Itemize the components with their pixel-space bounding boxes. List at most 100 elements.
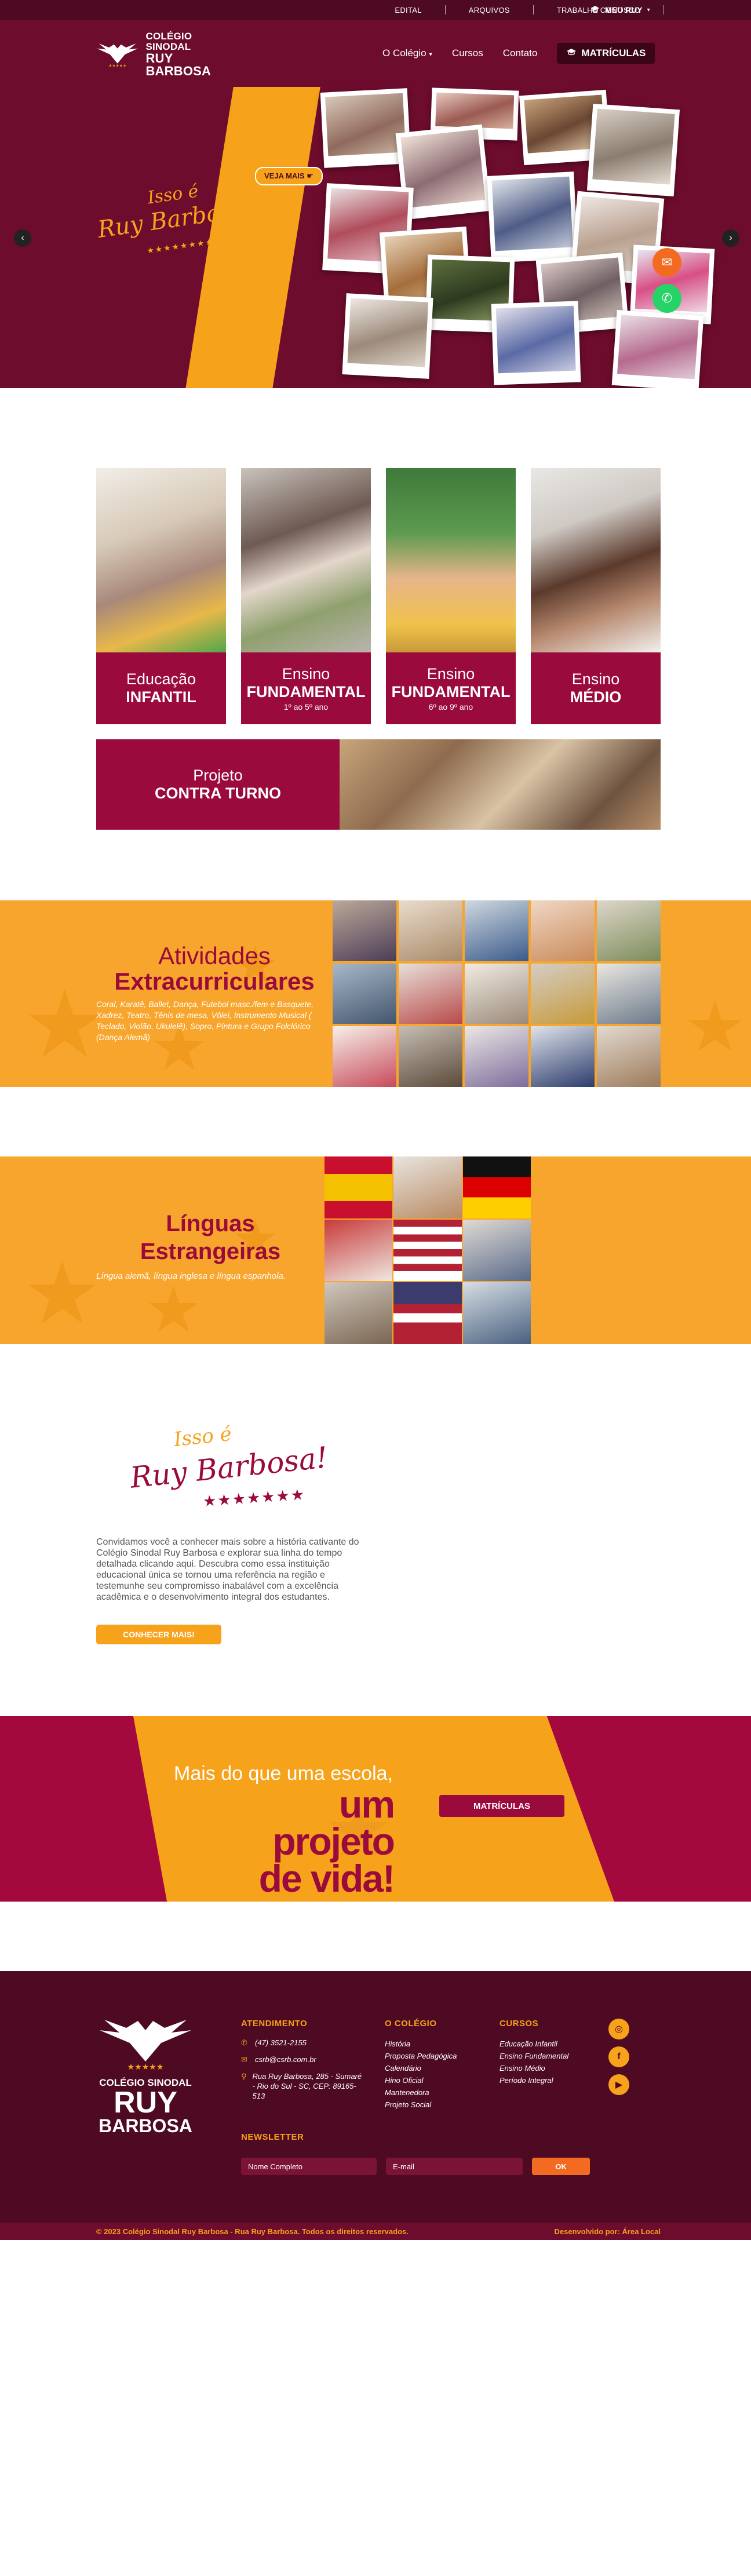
footer-phone[interactable]: ✆ (47) 3521-2155 xyxy=(241,2038,363,2048)
veja-mais-button[interactable]: VEJA MAIS ☛ xyxy=(255,167,323,185)
carousel-next-button[interactable]: › xyxy=(722,229,739,247)
card-line-3: 6º ao 9º ano xyxy=(428,702,473,711)
footer-newsletter: NEWSLETTER xyxy=(241,2132,304,2151)
card-image xyxy=(386,468,516,652)
nav-contato[interactable]: Contato xyxy=(503,48,538,59)
chevron-down-icon: ▾ xyxy=(647,6,650,13)
card-educacao-infantil[interactable]: Educação INFANTIL xyxy=(96,468,226,724)
atividades-title-2: Extracurriculares xyxy=(114,968,315,995)
phone-icon: ✆ xyxy=(241,2038,247,2047)
copyright-bar: © 2023 Colégio Sinodal Ruy Barbosa - Rua… xyxy=(0,2223,751,2240)
footer-logo-line-3: BARBOSA xyxy=(99,2115,192,2136)
hero-photo xyxy=(611,309,704,388)
footer-link-historia[interactable]: História xyxy=(385,2038,483,2050)
chevron-right-icon: › xyxy=(729,233,732,243)
footer-link-proposta[interactable]: Proposta Pedagógica xyxy=(385,2050,483,2062)
contra-turno-image xyxy=(340,739,661,830)
atividades-title-1: Atividades xyxy=(158,942,271,969)
card-fundamental-1[interactable]: Ensino FUNDAMENTAL 1º ao 5º ano xyxy=(241,468,371,724)
card-line-1: Educação xyxy=(126,670,196,688)
card-line-2: INFANTIL xyxy=(126,688,196,706)
hero-carousel: Isso é Ruy Barbosa! ★★★★★★★★ VEJA MAIS ☛… xyxy=(0,87,751,388)
eagle-logo-icon: ★★★★★ xyxy=(97,43,138,68)
footer-link-mantenedora[interactable]: Mantenedora xyxy=(385,2086,483,2099)
site-logo[interactable]: ★★★★★ COLÉGIO SINODAL RUY BARBOSA xyxy=(95,31,228,78)
footer-link-educacao-infantil[interactable]: Educação Infantil xyxy=(500,2038,598,2050)
contra-turno-label: Projeto CONTRA TURNO xyxy=(96,739,340,830)
hero-photo xyxy=(487,172,578,263)
logo-text: COLÉGIO SINODAL RUY BARBOSA xyxy=(145,31,228,78)
facebook-button[interactable]: f xyxy=(608,2046,629,2067)
site-header: ★★★★★ COLÉGIO SINODAL RUY BARBOSA O Colé… xyxy=(0,20,751,87)
matriculas-button[interactable]: MATRÍCULAS xyxy=(557,43,655,64)
footer-logo: ★★★★★ COLÉGIO SINODAL RUY BARBOSA xyxy=(96,2015,195,2135)
instagram-icon: ◎ xyxy=(615,2024,623,2034)
projeto-de-vida-banner: ★ Mais do que uma escola, um projeto de … xyxy=(0,1716,751,1902)
footer-link-calendario[interactable]: Calendário xyxy=(385,2062,483,2074)
envelope-icon: ✉ xyxy=(241,2055,247,2064)
card-line-1: Ensino xyxy=(571,670,620,688)
meu-ruy-label: MEU RUY xyxy=(605,5,643,14)
card-label: Ensino MÉDIO xyxy=(531,652,661,724)
card-line-1: Ensino xyxy=(426,665,475,683)
conhecer-mais-button[interactable]: CONHECER MAIS! xyxy=(96,1625,221,1644)
logo-line-1: COLÉGIO SINODAL xyxy=(145,31,192,52)
hero-photo xyxy=(491,301,581,385)
linguas-description: Língua alemã, língua inglesa e língua es… xyxy=(96,1271,286,1281)
footer-email[interactable]: ✉ csrb@csrb.com.br xyxy=(241,2055,363,2064)
divider xyxy=(663,5,664,14)
nav-cursos[interactable]: Cursos xyxy=(452,48,483,59)
instagram-button[interactable]: ◎ xyxy=(608,2019,629,2039)
hero-photo xyxy=(342,293,433,379)
linguas-title-1: Línguas xyxy=(166,1211,255,1236)
footer-link-hino[interactable]: Hino Oficial xyxy=(385,2074,483,2086)
card-line-2: FUNDAMENTAL xyxy=(246,683,366,700)
footer-link-projeto-social[interactable]: Projeto Social xyxy=(385,2099,483,2111)
vida-matriculas-button[interactable]: MATRÍCULAS xyxy=(439,1795,564,1817)
float-orange-button[interactable]: ✉ xyxy=(652,248,681,277)
newsletter-name-input[interactable]: Nome Completo xyxy=(241,2158,377,2175)
chevron-down-icon: ▾ xyxy=(429,51,432,58)
star-decoration-icon: ★ xyxy=(684,988,746,1066)
footer-atendimento: ATENDIMENTO ✆ (47) 3521-2155 ✉ csrb@csrb.c… xyxy=(241,2019,363,2108)
card-contra-turno[interactable]: Projeto CONTRA TURNO xyxy=(96,739,661,830)
footer-link-periodo-integral[interactable]: Período Integral xyxy=(500,2074,598,2086)
whatsapp-button[interactable]: ✆ xyxy=(652,284,681,313)
matriculas-label: MATRÍCULAS xyxy=(581,48,646,59)
footer-link-ensino-medio[interactable]: Ensino Médio xyxy=(500,2062,598,2074)
map-pin-icon: ⚲ xyxy=(241,2072,247,2081)
link-arquivos[interactable]: ARQUIVOS xyxy=(446,6,533,14)
atividades-photo-mosaic xyxy=(333,900,661,1087)
star-decoration-icon: ★ xyxy=(23,972,107,1076)
vida-line-2: um projeto xyxy=(272,1783,395,1863)
top-bar: EDITAL ARQUIVOS TRABALHE CONOSCO MEU RUY… xyxy=(0,0,751,20)
card-label: Educação INFANTIL xyxy=(96,652,226,724)
footer-cursos: CURSOS Educação Infantil Ensino Fundamen… xyxy=(500,2019,598,2086)
veja-mais-label: VEJA MAIS xyxy=(264,172,305,180)
atividades-title: Atividades Extracurriculares xyxy=(99,943,330,994)
meu-ruy-menu[interactable]: MEU RUY ▾ xyxy=(590,0,650,20)
developer-credit[interactable]: Desenvolvido por: Área Local xyxy=(555,2227,661,2236)
linguas-title: Línguas Estrangeiras xyxy=(97,1210,323,1265)
atendimento-title: ATENDIMENTO xyxy=(241,2019,308,2028)
historia-paragraph: Convidamos você a conhecer mais sobre a … xyxy=(96,1537,359,1602)
link-edital[interactable]: EDITAL xyxy=(371,6,444,14)
footer-address: ⚲ Rua Ruy Barbosa, 285 - Sumaré - Rio do … xyxy=(241,2071,363,2101)
facebook-icon: f xyxy=(617,2052,621,2061)
card-label: Ensino FUNDAMENTAL 6º ao 9º ano xyxy=(386,652,516,724)
youtube-button[interactable]: ▶ xyxy=(608,2074,629,2095)
newsletter-email-input[interactable]: E-mail xyxy=(386,2158,523,2175)
card-ensino-medio[interactable]: Ensino MÉDIO xyxy=(531,468,661,724)
nav-o-colegio[interactable]: O Colégio ▾ xyxy=(382,48,432,59)
logo-line-2: RUY BARBOSA xyxy=(145,51,212,78)
vida-line-3: de vida! xyxy=(258,1857,395,1900)
footer-link-ensino-fundamental[interactable]: Ensino Fundamental xyxy=(500,2050,598,2062)
main-nav: O Colégio ▾ Cursos Contato MATRÍCULAS xyxy=(382,42,655,65)
linguas-section: ★ ★ ★ Línguas Estrangeiras Língua alemã,… xyxy=(0,1156,751,1344)
isso-e-ruy-barbosa-heading: Isso é Ruy Barbosa! ★★★★★★★ xyxy=(116,1422,359,1524)
youtube-icon: ▶ xyxy=(615,2080,623,2090)
carousel-prev-button[interactable]: ‹ xyxy=(14,229,31,247)
card-line-2: MÉDIO xyxy=(570,688,622,706)
newsletter-ok-button[interactable]: OK xyxy=(532,2158,590,2175)
card-fundamental-2[interactable]: Ensino FUNDAMENTAL 6º ao 9º ano xyxy=(386,468,516,724)
